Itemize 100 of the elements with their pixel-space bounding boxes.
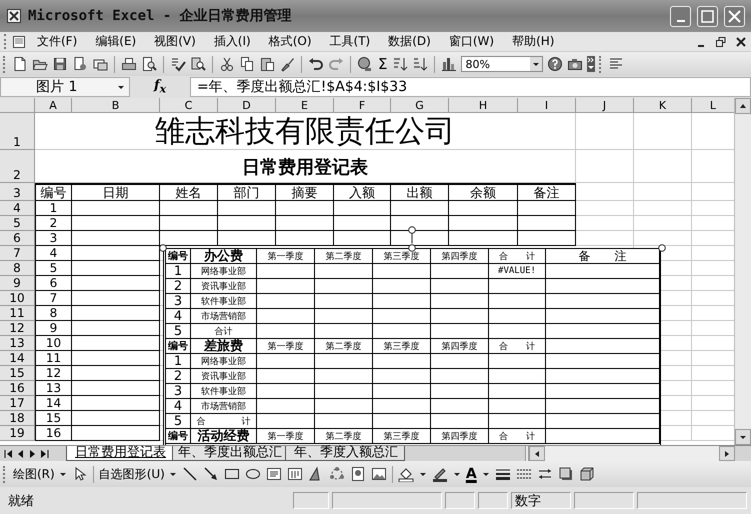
row-header[interactable]: 7 [0, 246, 35, 261]
first-sheet-icon[interactable] [4, 448, 13, 458]
document-icon[interactable] [12, 34, 28, 50]
menu-item[interactable]: 文件(F) [28, 33, 86, 50]
sort-ascending-icon[interactable] [392, 56, 408, 72]
sheet-tab[interactable]: 年、季度入额总汇 [285, 446, 405, 461]
permission-icon[interactable] [72, 56, 88, 72]
shadow-icon[interactable] [558, 466, 574, 482]
font-color-button[interactable]: A [466, 466, 477, 482]
picture-icon[interactable] [370, 466, 387, 482]
oval-icon[interactable] [244, 466, 261, 482]
close-icon[interactable] [735, 36, 747, 48]
zoom-dropdown[interactable]: 80% [461, 56, 544, 72]
save-icon[interactable] [52, 56, 68, 72]
menu-item[interactable]: 帮助(H) [503, 33, 564, 50]
menu-item[interactable]: 数据(D) [379, 33, 440, 50]
draw-menu-button[interactable]: 绘图(R) [13, 466, 67, 482]
row-header[interactable]: 19 [0, 426, 35, 441]
row-header[interactable]: 5 [0, 216, 35, 231]
cut-icon[interactable] [219, 56, 235, 72]
column-header[interactable]: G [391, 98, 449, 113]
spelling-icon[interactable] [170, 56, 186, 72]
menu-item[interactable]: 工具(T) [320, 33, 380, 50]
line-icon[interactable] [182, 466, 198, 482]
column-header[interactable]: E [276, 98, 334, 113]
autoshapes-menu-button[interactable]: 自选图形(U) [98, 466, 177, 482]
copy-icon[interactable] [239, 56, 255, 72]
resize-handle-icon[interactable] [658, 244, 666, 252]
rotate-handle-icon[interactable] [408, 226, 416, 244]
resize-handle-icon[interactable] [159, 244, 167, 252]
caret-icon[interactable] [418, 471, 427, 477]
scroll-down-button[interactable] [735, 429, 751, 445]
name-box[interactable]: 图片 1 [0, 77, 130, 97]
column-header[interactable]: I [518, 98, 576, 113]
print-preview-icon[interactable] [141, 56, 157, 72]
row-header[interactable]: 3 [0, 183, 35, 201]
text-box-icon[interactable] [266, 466, 282, 482]
fill-bucket-icon[interactable] [398, 466, 414, 482]
scroll-left-button[interactable] [529, 446, 545, 461]
sum-button[interactable]: Σ [377, 55, 388, 73]
undo-icon[interactable] [308, 56, 324, 72]
row-header[interactable]: 9 [0, 276, 35, 291]
resize-handle-icon[interactable] [408, 244, 416, 252]
row-header[interactable]: 10 [0, 291, 35, 306]
column-header[interactable]: A [35, 98, 72, 113]
column-header[interactable]: H [449, 98, 518, 113]
caret-icon[interactable] [482, 471, 490, 477]
scroll-up-button[interactable] [735, 98, 751, 114]
column-header[interactable]: L [692, 98, 734, 113]
help-icon[interactable] [547, 56, 564, 72]
row-header[interactable]: 11 [0, 306, 35, 321]
menu-item[interactable]: 视图(V) [145, 33, 205, 50]
close-button[interactable] [724, 6, 745, 26]
column-header[interactable]: C [160, 98, 218, 113]
next-sheet-icon[interactable] [28, 448, 37, 458]
column-header[interactable]: D [218, 98, 276, 113]
column-header[interactable]: B [72, 98, 160, 113]
3d-box-icon[interactable] [578, 466, 595, 482]
toolbar-options-icon[interactable] [587, 56, 596, 72]
print-icon[interactable] [121, 56, 137, 72]
previous-sheet-icon[interactable] [16, 448, 25, 458]
new-file-icon[interactable] [12, 56, 28, 72]
row-header[interactable]: 8 [0, 261, 35, 276]
row-header[interactable]: 12 [0, 321, 35, 336]
column-header[interactable]: J [576, 98, 634, 113]
formula-field[interactable]: =年、季度出额总汇!$A$4:$I$33 [190, 77, 751, 97]
row-header[interactable]: 4 [0, 201, 35, 216]
sheet-tab[interactable]: 日常费用登记表 [66, 446, 173, 461]
caret-icon[interactable] [452, 471, 461, 477]
row-header[interactable]: 16 [0, 381, 35, 396]
research-icon[interactable] [190, 56, 206, 72]
maximize-button[interactable] [697, 6, 718, 26]
insert-function-button[interactable]: f$_{x}$ [154, 78, 166, 96]
format-painter-icon[interactable] [279, 56, 295, 72]
row-header[interactable]: 13 [0, 336, 35, 351]
clip-art-icon[interactable] [350, 466, 366, 482]
sort-descending-icon[interactable] [412, 56, 428, 72]
row-header[interactable]: 2 [0, 150, 35, 183]
last-sheet-icon[interactable] [40, 448, 49, 458]
restore-icon[interactable] [715, 36, 727, 48]
menu-item[interactable]: 插入(I) [204, 33, 260, 50]
menu-item[interactable]: 编辑(E) [86, 33, 146, 50]
scroll-right-button[interactable] [719, 446, 735, 461]
row-header[interactable]: 17 [0, 396, 35, 411]
arrow-style-icon[interactable] [536, 466, 553, 482]
arrow-icon[interactable] [202, 466, 219, 482]
camera-icon[interactable] [567, 56, 584, 72]
vertical-text-box-icon[interactable] [286, 466, 303, 482]
row-header[interactable]: 1 [0, 113, 35, 150]
menu-item[interactable]: 格式(O) [260, 33, 321, 50]
row-header[interactable]: 6 [0, 231, 35, 246]
menu-item[interactable]: 窗口(W) [440, 33, 504, 50]
chart-icon[interactable] [441, 56, 458, 72]
column-header[interactable]: F [334, 98, 391, 113]
paste-icon[interactable] [259, 56, 275, 72]
row-header[interactable]: 18 [0, 411, 35, 426]
row-header[interactable]: 15 [0, 366, 35, 381]
rectangle-icon[interactable] [224, 466, 240, 482]
line-color-pen-icon[interactable] [432, 466, 448, 482]
row-header[interactable]: 14 [0, 351, 35, 366]
